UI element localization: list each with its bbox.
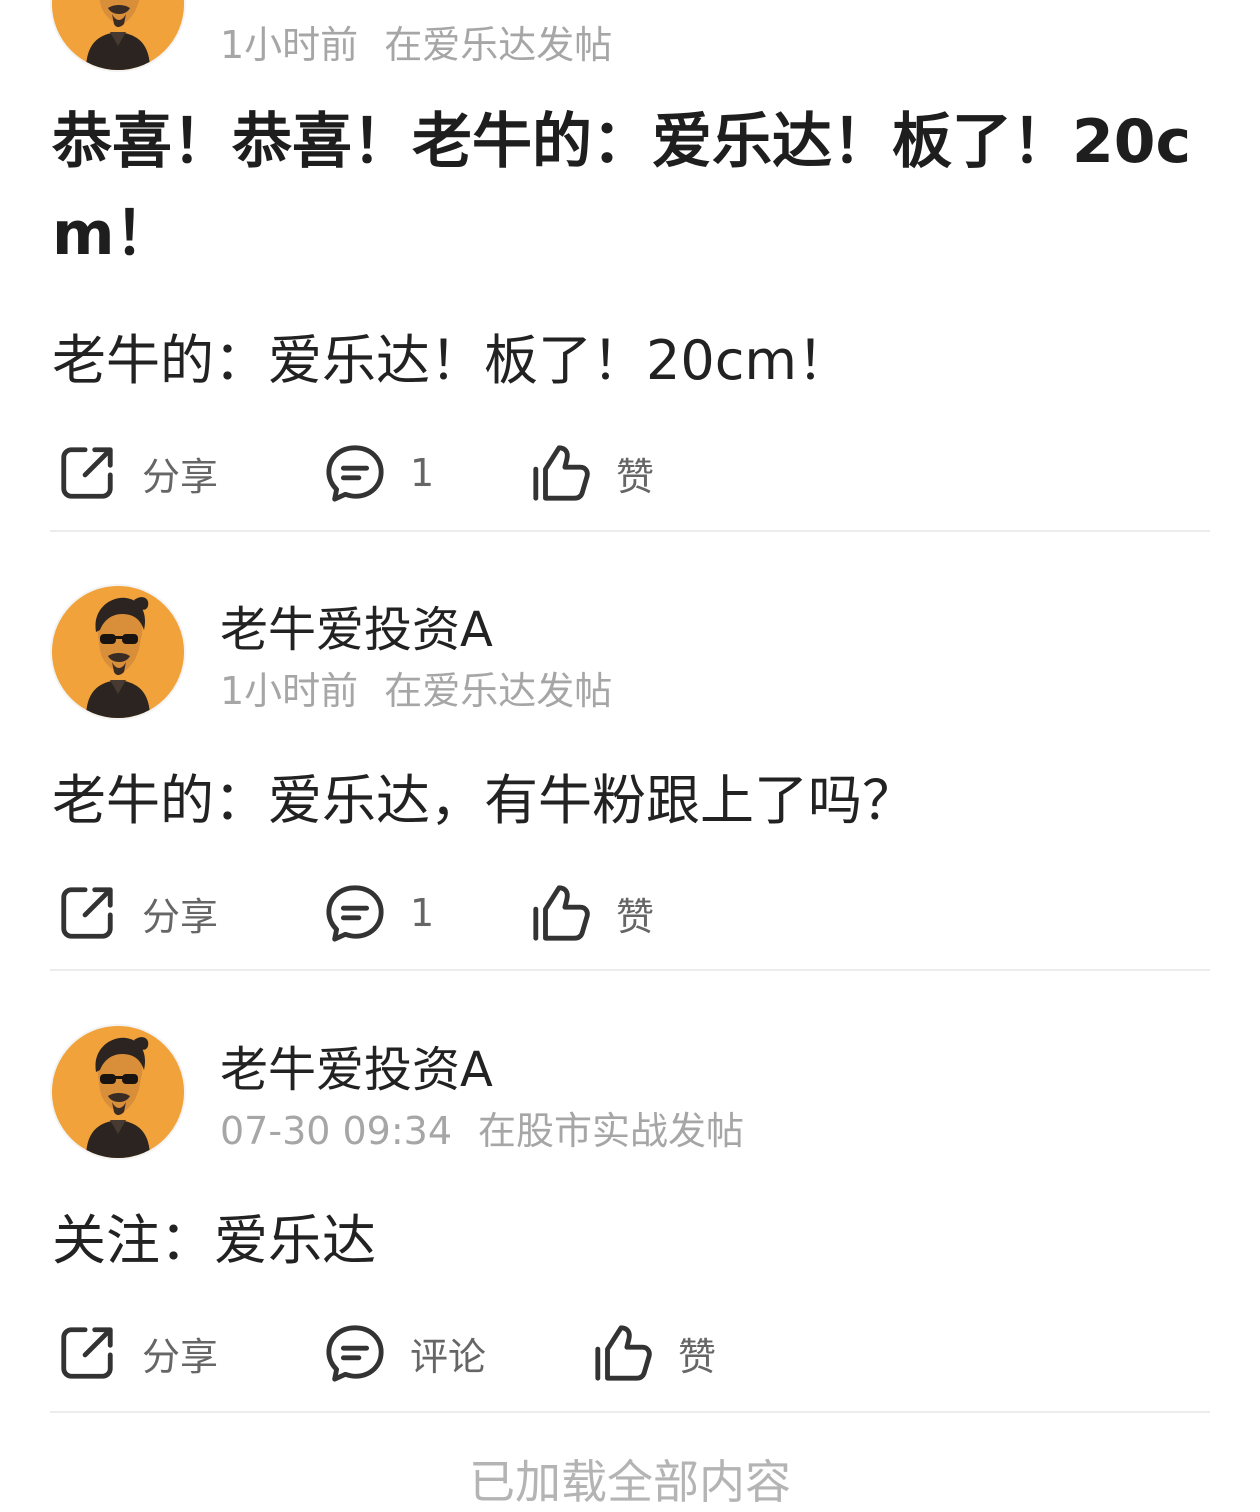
like-label: 赞 bbox=[616, 894, 655, 939]
comment-button[interactable]: 1 bbox=[324, 878, 434, 948]
thumbs-up-icon bbox=[530, 882, 592, 944]
thumbs-up-icon bbox=[530, 442, 592, 504]
avatar-image bbox=[52, 586, 184, 718]
share-icon bbox=[56, 442, 118, 504]
share-button[interactable]: 分享 bbox=[56, 878, 218, 948]
post-meta: 1小时前 在爱乐达发帖 bbox=[220, 660, 612, 715]
avatar-image bbox=[52, 1026, 184, 1158]
post-meta: 07-30 09:34 在股市实战发帖 bbox=[220, 1100, 744, 1155]
avatar[interactable] bbox=[52, 0, 184, 70]
divider bbox=[50, 1411, 1210, 1413]
post-actions: 分享 1 赞 bbox=[0, 438, 1260, 508]
post-time: 1小时前 bbox=[220, 23, 359, 67]
load-complete-text: 已加载全部内容 bbox=[469, 1455, 791, 1509]
like-button[interactable]: 赞 bbox=[530, 438, 654, 508]
comment-button[interactable]: 评论 bbox=[324, 1318, 486, 1388]
avatar[interactable] bbox=[52, 586, 184, 718]
author-name[interactable]: 老牛爱投资A bbox=[220, 590, 493, 660]
share-button[interactable]: 分享 bbox=[56, 438, 218, 508]
comment-icon bbox=[324, 442, 386, 504]
share-icon bbox=[56, 882, 118, 944]
post-actions: 分享 评论 赞 bbox=[0, 1318, 1260, 1388]
avatar-image bbox=[52, 0, 184, 70]
post-content[interactable]: 关注：爱乐达 bbox=[52, 1196, 376, 1275]
avatar[interactable] bbox=[52, 1026, 184, 1158]
author-name[interactable]: 老牛爱投资A bbox=[220, 1030, 493, 1100]
post-title[interactable]: 恭喜！恭喜！老牛的：爱乐达！板了！20cm！ bbox=[52, 96, 1202, 280]
post-content[interactable]: 老牛的：爱乐达，有牛粉跟上了吗？ bbox=[52, 756, 916, 835]
divider bbox=[50, 530, 1210, 532]
share-label: 分享 bbox=[142, 894, 219, 939]
post-time: 1小时前 bbox=[220, 669, 359, 713]
like-button[interactable]: 赞 bbox=[530, 878, 654, 948]
comment-count: 1 bbox=[410, 451, 435, 495]
comment-button[interactable]: 1 bbox=[324, 438, 434, 508]
post-location: 在爱乐达发帖 bbox=[384, 23, 613, 67]
comment-label: 评论 bbox=[410, 1334, 487, 1379]
comment-icon bbox=[324, 882, 386, 944]
divider bbox=[50, 969, 1210, 971]
like-label: 赞 bbox=[678, 1334, 717, 1379]
like-button[interactable]: 赞 bbox=[592, 1318, 716, 1388]
share-label: 分享 bbox=[142, 1334, 219, 1379]
comment-icon bbox=[324, 1322, 386, 1384]
post-meta: 1小时前 在爱乐达发帖 bbox=[220, 14, 612, 69]
like-label: 赞 bbox=[616, 454, 655, 499]
post-actions: 分享 1 赞 bbox=[0, 878, 1260, 948]
post-location: 在爱乐达发帖 bbox=[384, 669, 613, 713]
post-content[interactable]: 老牛的：爱乐达！板了！20cm！ bbox=[52, 316, 851, 395]
share-button[interactable]: 分享 bbox=[56, 1318, 218, 1388]
post-time: 07-30 09:34 bbox=[220, 1109, 453, 1153]
post-location: 在股市实战发帖 bbox=[478, 1109, 745, 1153]
comment-count: 1 bbox=[410, 891, 435, 935]
share-label: 分享 bbox=[142, 454, 219, 499]
thumbs-up-icon bbox=[592, 1322, 654, 1384]
share-icon bbox=[56, 1322, 118, 1384]
